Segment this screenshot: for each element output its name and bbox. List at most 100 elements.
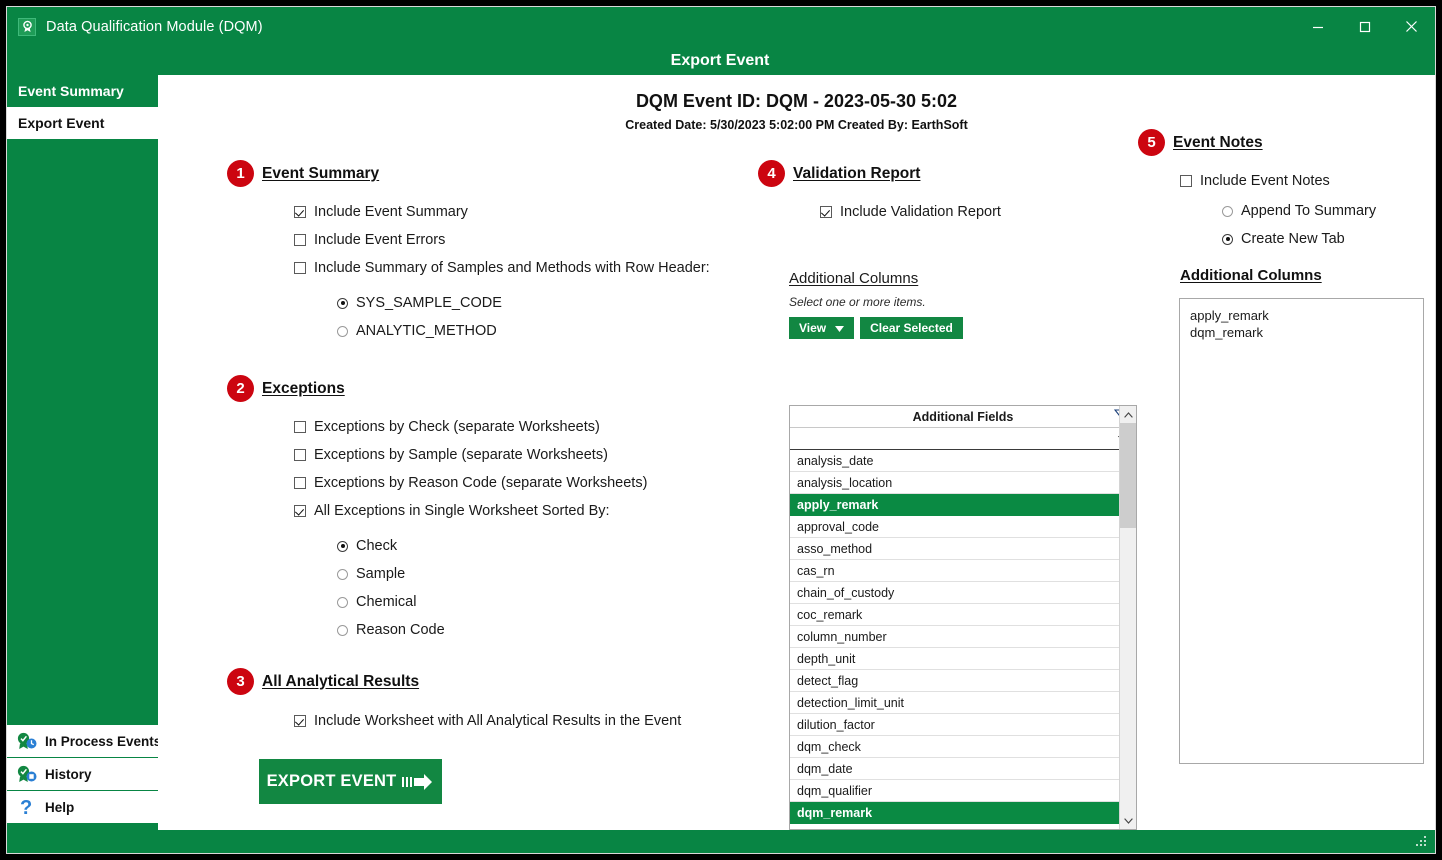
selected-columns-box[interactable]: apply_remarkdqm_remark xyxy=(1179,298,1424,764)
column-right: 5 Event Notes Include Event Notes Append… xyxy=(1138,129,1428,284)
minimize-icon[interactable] xyxy=(1294,7,1341,46)
view-button[interactable]: View xyxy=(789,317,854,339)
additional-field-row[interactable]: detect_flag xyxy=(790,670,1136,692)
additional-field-label: approval_code xyxy=(797,520,879,534)
checkbox-box xyxy=(294,715,306,727)
arrow-right-icon xyxy=(402,772,434,792)
additional-field-row[interactable]: analysis_date xyxy=(790,450,1136,472)
checkbox-box xyxy=(294,505,306,517)
checkbox-exceptions-by-reason-code[interactable]: Exceptions by Reason Code (separate Work… xyxy=(294,475,747,491)
additional-field-row[interactable]: chain_of_custody xyxy=(790,582,1136,604)
radio-label: Reason Code xyxy=(356,622,445,638)
additional-field-row[interactable]: cas_rn xyxy=(790,560,1136,582)
radio-create-new-tab[interactable]: Create New Tab xyxy=(1222,231,1428,247)
radio-label: Chemical xyxy=(356,594,416,610)
resize-grip-icon[interactable] xyxy=(1413,834,1429,850)
radio-dot xyxy=(337,597,348,608)
application-window: Data Qualification Module (DQM) Export E… xyxy=(6,6,1436,854)
additional-field-row[interactable]: dqm_qualifier xyxy=(790,780,1136,802)
selected-columns-lines: apply_remarkdqm_remark xyxy=(1190,307,1413,341)
additional-columns-heading: Additional Columns xyxy=(789,270,1158,287)
radio-sort-sample[interactable]: Sample xyxy=(337,566,747,582)
sidebar-item-label: In Process Events xyxy=(45,734,161,749)
maximize-icon[interactable] xyxy=(1341,7,1388,46)
sidebar-item-label: Event Summary xyxy=(18,83,124,99)
radio-dot xyxy=(337,569,348,580)
radio-append-to-summary[interactable]: Append To Summary xyxy=(1222,203,1428,219)
scrollbar-thumb[interactable] xyxy=(1120,423,1137,528)
selected-column-item: apply_remark xyxy=(1190,307,1413,324)
checkbox-include-validation-report[interactable]: Include Validation Report xyxy=(820,204,1158,220)
checkbox-exceptions-by-check[interactable]: Exceptions by Check (separate Worksheets… xyxy=(294,419,747,435)
sidebar-item-help[interactable]: ? Help xyxy=(7,790,158,823)
section-title: Validation Report xyxy=(793,165,920,183)
additional-field-row[interactable]: analysis_location xyxy=(790,472,1136,494)
checkbox-box xyxy=(294,262,306,274)
radio-sort-reason-code[interactable]: Reason Code xyxy=(337,622,747,638)
additional-field-label: coc_remark xyxy=(797,608,862,622)
checkbox-box xyxy=(1180,175,1192,187)
additional-field-label: dilution_factor xyxy=(797,718,875,732)
chevron-down-icon[interactable] xyxy=(1120,812,1137,829)
radio-sort-chemical[interactable]: Chemical xyxy=(337,594,747,610)
additional-fields-listbox[interactable]: Additional Fields analysis_dateanalysis_… xyxy=(789,405,1137,830)
additional-field-row[interactable]: depth_unit xyxy=(790,648,1136,670)
column-middle: 4 Validation Report Include Validation R… xyxy=(758,160,1158,339)
additional-fields-scrollbar[interactable] xyxy=(1119,406,1136,829)
radio-label: Create New Tab xyxy=(1241,231,1345,247)
radio-label: Sample xyxy=(356,566,405,582)
checkbox-exceptions-by-sample[interactable]: Exceptions by Sample (separate Worksheet… xyxy=(294,447,747,463)
checkbox-all-exceptions-single-worksheet[interactable]: All Exceptions in Single Worksheet Sorte… xyxy=(294,503,747,519)
clear-selected-button[interactable]: Clear Selected xyxy=(860,317,963,339)
checkbox-include-event-errors[interactable]: Include Event Errors xyxy=(294,232,747,248)
title-bar: Data Qualification Module (DQM) xyxy=(7,7,1435,46)
section-title: Exceptions xyxy=(262,380,345,398)
additional-field-row[interactable]: column_number xyxy=(790,626,1136,648)
additional-columns-hint: Select one or more items. xyxy=(789,295,1158,309)
chevron-up-icon[interactable] xyxy=(1120,406,1137,423)
sidebar-item-history[interactable]: History xyxy=(7,757,158,790)
checkbox-include-event-notes[interactable]: Include Event Notes xyxy=(1180,173,1428,189)
step-badge-2: 2 xyxy=(227,375,254,402)
radio-analytic-method[interactable]: ANALYTIC_METHOD xyxy=(337,323,747,339)
sidebar-item-in-process-events[interactable]: In Process Events xyxy=(7,724,158,757)
radio-sys-sample-code[interactable]: SYS_SAMPLE_CODE xyxy=(337,295,747,311)
additional-field-row[interactable]: apply_remark xyxy=(790,494,1136,516)
additional-field-row[interactable]: approval_code xyxy=(790,516,1136,538)
additional-field-label: dqm_qualifier xyxy=(797,784,872,798)
additional-fields-filter-dropdown[interactable] xyxy=(790,428,1136,450)
close-icon[interactable] xyxy=(1388,7,1435,46)
additional-field-label: detection_limit_unit xyxy=(797,696,904,710)
sidebar-item-export-event[interactable]: Export Event xyxy=(7,107,158,139)
section-header-exceptions: 2 Exceptions xyxy=(227,375,747,402)
checkbox-include-all-analytical-results[interactable]: Include Worksheet with All Analytical Re… xyxy=(294,713,747,729)
additional-field-row[interactable]: dqm_date xyxy=(790,758,1136,780)
section-header-all-analytical-results: 3 All Analytical Results xyxy=(227,668,747,695)
sidebar-item-event-summary[interactable]: Event Summary xyxy=(7,75,158,107)
checkbox-include-event-summary[interactable]: Include Event Summary xyxy=(294,204,747,220)
additional-field-label: analysis_date xyxy=(797,454,873,468)
additional-field-row[interactable]: asso_method xyxy=(790,538,1136,560)
radio-dot xyxy=(337,625,348,636)
checkbox-include-summary-samples-methods[interactable]: Include Summary of Samples and Methods w… xyxy=(294,260,747,276)
additional-field-row[interactable]: dqm_remark xyxy=(790,802,1136,824)
main-content: DQM Event ID: DQM - 2023-05-30 5:02 Crea… xyxy=(158,75,1435,832)
export-event-button-label: EXPORT EVENT xyxy=(267,772,397,791)
additional-field-row[interactable]: dqm_check xyxy=(790,736,1136,758)
additional-field-row[interactable]: dilution_factor xyxy=(790,714,1136,736)
additional-field-label: asso_method xyxy=(797,542,872,556)
additional-field-row[interactable]: detection_limit_unit xyxy=(790,692,1136,714)
radio-dot xyxy=(1222,206,1233,217)
checkbox-label: Exceptions by Reason Code (separate Work… xyxy=(314,475,647,491)
checkbox-box xyxy=(294,421,306,433)
radio-sort-check[interactable]: Check xyxy=(337,538,747,554)
section-header-event-summary: 1 Event Summary xyxy=(227,160,747,187)
step-badge-1: 1 xyxy=(227,160,254,187)
export-event-button[interactable]: EXPORT EVENT xyxy=(259,759,442,804)
svg-text:?: ? xyxy=(20,797,32,818)
additional-field-row[interactable]: coc_remark xyxy=(790,604,1136,626)
help-question-icon: ? xyxy=(15,795,39,819)
checkbox-box xyxy=(294,449,306,461)
column-left: 1 Event Summary Include Event Summary In… xyxy=(227,160,747,804)
checkbox-label: Include Validation Report xyxy=(840,204,1001,220)
